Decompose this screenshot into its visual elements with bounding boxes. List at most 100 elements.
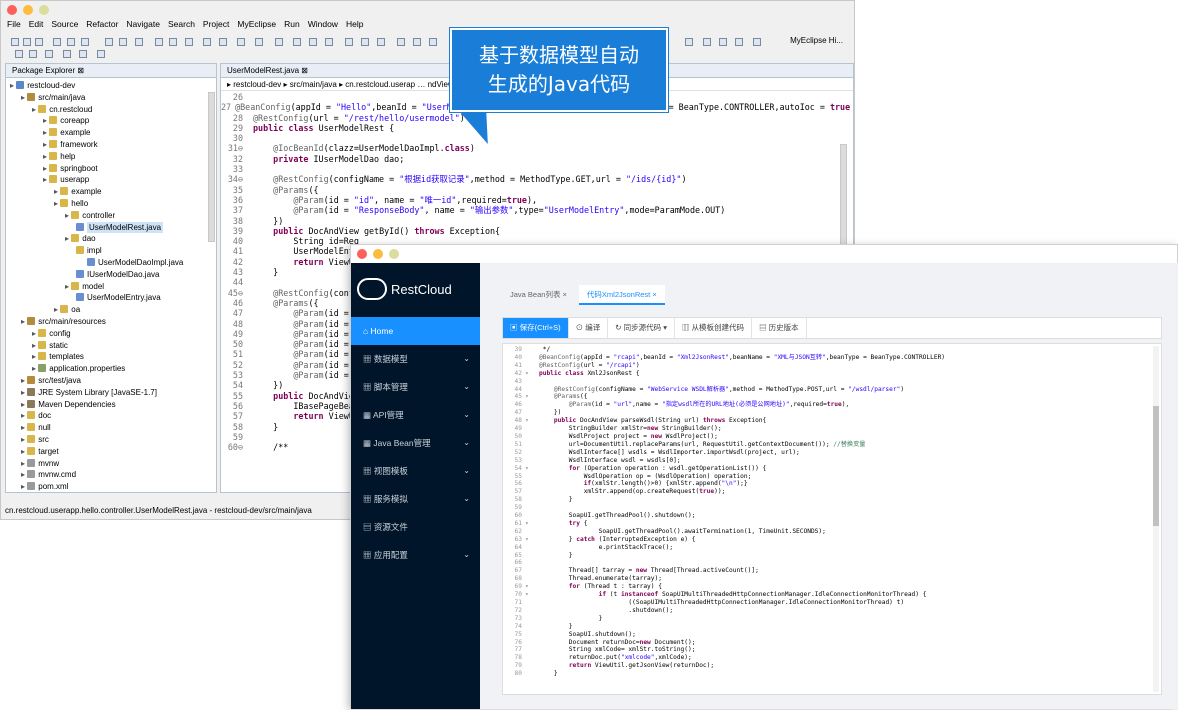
toolbar-icon[interactable] [35, 38, 43, 46]
zoom-dot-icon[interactable] [39, 5, 49, 15]
tree-item[interactable]: ▸ src [6, 434, 216, 446]
toolbar-icon[interactable] [309, 38, 317, 46]
tree-item[interactable]: ▸ static [6, 340, 216, 352]
tree-item[interactable]: ▸ model [6, 281, 216, 293]
minimize-dot-icon[interactable] [23, 5, 33, 15]
menu-item-search[interactable]: Search [168, 19, 195, 32]
fold-marker[interactable]: ▾ [525, 591, 539, 599]
fold-marker[interactable]: ▾ [525, 520, 539, 528]
tree-item[interactable]: ▸ pom.xml [6, 481, 216, 493]
menu-item-myeclipse[interactable]: MyEclipse [237, 19, 276, 32]
menu-item-navigate[interactable]: Navigate [126, 19, 160, 32]
sidebar-item-6[interactable]: ▦ 服务模拟 ⌄ [351, 485, 480, 513]
tree-item[interactable]: ▸ example [6, 127, 216, 139]
toolbar-icon[interactable] [185, 38, 193, 46]
tree-item[interactable]: ▸ target [6, 446, 216, 458]
close-dot-icon[interactable] [357, 249, 367, 259]
toolbar-icon[interactable] [345, 38, 353, 46]
toolbar-icon[interactable] [45, 50, 53, 58]
tree-item[interactable]: ▸ null [6, 422, 216, 434]
toolbar-icon[interactable] [735, 38, 743, 46]
toolbar-icon[interactable] [23, 38, 31, 46]
menu-item-file[interactable]: File [7, 19, 21, 32]
tree-item[interactable]: ▸ doc [6, 410, 216, 422]
tree-item[interactable]: ▸ framework [6, 139, 216, 151]
toolbar-icon[interactable] [79, 50, 87, 58]
tree-item[interactable]: ▸ restcloud-dev [6, 80, 216, 92]
code-scrollbar[interactable] [1153, 346, 1159, 692]
toolbar-icon[interactable] [203, 38, 211, 46]
tree-item[interactable]: ▸ cn.restcloud [6, 104, 216, 116]
zoom-dot-icon[interactable] [389, 249, 399, 259]
toolbar-button-3[interactable]: ▥ 从模板创建代码 [675, 318, 753, 338]
close-dot-icon[interactable] [7, 5, 17, 15]
tree-item[interactable]: ▸ JRE System Library [JavaSE-1.7] [6, 387, 216, 399]
sidebar-item-0[interactable]: ⌂ Home [351, 317, 480, 345]
toolbar-icon[interactable] [255, 38, 263, 46]
tree-item[interactable]: ▸ Maven Dependencies [6, 399, 216, 411]
brand-logo[interactable]: RestCloud [351, 267, 480, 311]
toolbar-icon[interactable] [397, 38, 405, 46]
toolbar-button-2[interactable]: ↻ 同步源代码 ▾ [608, 318, 675, 338]
toolbar-icon[interactable] [413, 38, 421, 46]
tree-item[interactable]: ▸ example [6, 186, 216, 198]
tab-1[interactable]: 代码Xml2JsonRest × [578, 285, 665, 305]
tree-item[interactable]: ▸ dao [6, 233, 216, 245]
toolbar-icon[interactable] [105, 38, 113, 46]
sidebar-item-7[interactable]: ▤ 资源文件 [351, 513, 480, 541]
toolbar-icon[interactable] [325, 38, 333, 46]
tree-item[interactable]: ▸ mvnw.cmd [6, 469, 216, 481]
menu-item-window[interactable]: Window [308, 19, 338, 32]
tree-item[interactable]: UserModelRest.java [6, 221, 216, 234]
menu-item-project[interactable]: Project [203, 19, 229, 32]
sidebar-item-1[interactable]: ▦ 数据模型 ⌄ [351, 345, 480, 373]
tree-item[interactable]: ▸ src/test/java [6, 375, 216, 387]
fold-marker[interactable]: ▾ [525, 393, 539, 401]
minimize-dot-icon[interactable] [373, 249, 383, 259]
sidebar-item-4[interactable]: ▦ Java Bean管理 ⌄ [351, 429, 480, 457]
fold-marker[interactable]: ▾ [525, 417, 539, 425]
toolbar-icon[interactable] [155, 38, 163, 46]
tree-item[interactable]: ▸ mvnw [6, 458, 216, 470]
menu-item-refactor[interactable]: Refactor [86, 19, 118, 32]
tree-item[interactable]: UserModelDaoImpl.java [6, 257, 216, 269]
toolbar-icon[interactable] [135, 38, 143, 46]
toolbar-icon[interactable] [377, 38, 385, 46]
sidebar-item-2[interactable]: ▦ 脚本管理 ⌄ [351, 373, 480, 401]
tree-item[interactable]: UserModelEntry.java [6, 292, 216, 304]
toolbar-button-4[interactable]: ▤ 历史版本 [752, 318, 807, 338]
sidebar-item-8[interactable]: ▦ 应用配置 ⌄ [351, 541, 480, 569]
toolbar-icon[interactable] [237, 38, 245, 46]
toolbar-icon[interactable] [169, 38, 177, 46]
toolbar-icon[interactable] [15, 50, 23, 58]
toolbar-icon[interactable] [11, 38, 19, 46]
toolbar-icon[interactable] [703, 38, 711, 46]
tree-item[interactable]: ▸ src/main/resources [6, 316, 216, 328]
menu-item-edit[interactable]: Edit [29, 19, 44, 32]
toolbar-icon[interactable] [81, 38, 89, 46]
toolbar-icon[interactable] [67, 38, 75, 46]
toolbar-icon[interactable] [219, 38, 227, 46]
menu-item-help[interactable]: Help [346, 19, 363, 32]
menu-item-run[interactable]: Run [284, 19, 300, 32]
tree-item[interactable]: ▸ userapp [6, 174, 216, 186]
sidebar-item-5[interactable]: ▦ 视图模板 ⌄ [351, 457, 480, 485]
toolbar-icon[interactable] [293, 38, 301, 46]
tree-item[interactable]: ▸ coreapp [6, 115, 216, 127]
package-explorer-tab[interactable]: Package Explorer ⊠ [6, 64, 216, 78]
tab-0[interactable]: Java Bean列表 × [502, 285, 575, 305]
tree-item[interactable]: ▸ config [6, 328, 216, 340]
tree-item[interactable]: ▸ help [6, 151, 216, 163]
sidebar-item-3[interactable]: ▦ API管理 ⌄ [351, 401, 480, 429]
tree-item[interactable]: ▸ controller [6, 210, 216, 222]
toolbar-icon[interactable] [685, 38, 693, 46]
toolbar-icon[interactable] [119, 38, 127, 46]
fold-marker[interactable]: ▾ [525, 465, 539, 473]
tree-item[interactable]: IUserModelDao.java [6, 269, 216, 281]
tree-item[interactable]: ▸ hello [6, 198, 216, 210]
toolbar-button-1[interactable]: ⊙ 编译 [569, 318, 609, 338]
tree-item[interactable]: ▸ templates [6, 351, 216, 363]
package-explorer-scrollbar[interactable] [208, 92, 215, 242]
toolbar-icon[interactable] [753, 38, 761, 46]
fold-marker[interactable]: ▾ [525, 536, 539, 544]
